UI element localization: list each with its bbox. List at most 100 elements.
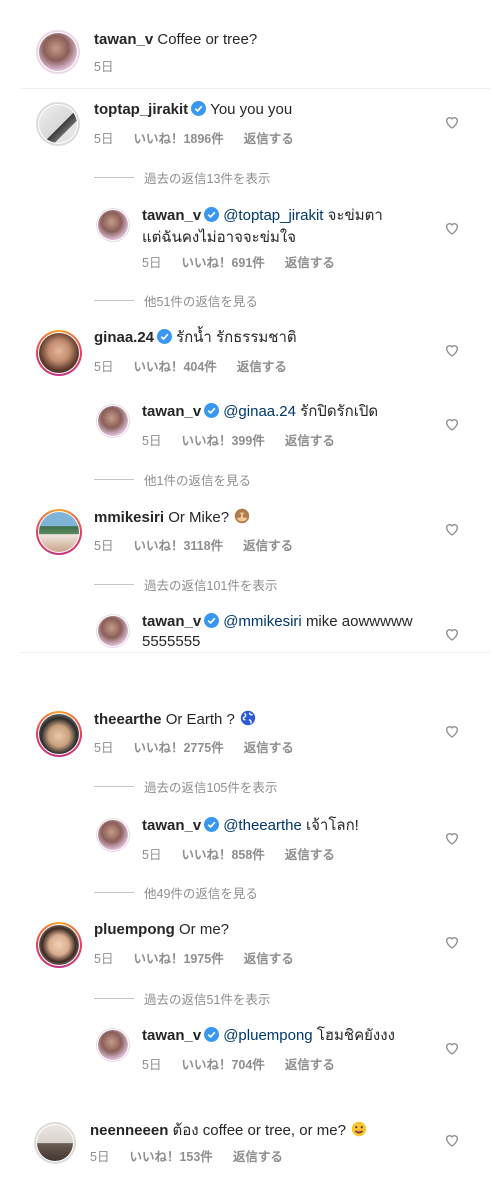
view-replies-button[interactable]: 他51件の返信を見る	[94, 291, 258, 310]
like-count[interactable]: いいね！858件	[181, 848, 264, 862]
view-replies-label: 過去の返信101件を表示	[144, 579, 278, 593]
reply-button[interactable]: 返信する	[243, 539, 293, 553]
smiling-face-icon	[351, 1121, 367, 1137]
mention-link[interactable]: @mmikesiri	[223, 613, 302, 630]
timestamp: 5日	[142, 434, 162, 448]
heart-icon[interactable]	[444, 220, 460, 236]
username[interactable]: tawan_v	[142, 403, 201, 420]
username[interactable]: tawan_v	[142, 817, 201, 834]
avatar[interactable]	[36, 711, 82, 757]
comment-text: ต้อง coffee or tree, or me?	[172, 1122, 346, 1139]
timestamp: 5日	[94, 60, 114, 74]
heart-icon[interactable]	[444, 114, 460, 130]
view-replies-label: 他51件の返信を見る	[144, 295, 258, 309]
like-count[interactable]: いいね！2775件	[133, 741, 223, 755]
mention-link[interactable]: @pluempong	[223, 1027, 312, 1044]
username[interactable]: mmikesiri	[94, 509, 164, 526]
comment-text: Or me?	[179, 921, 230, 938]
username[interactable]: ginaa.24	[94, 329, 154, 346]
reply-button[interactable]: 返信する	[244, 741, 294, 755]
reply-button[interactable]: 返信する	[237, 360, 287, 374]
comment-text: You you you	[210, 101, 293, 118]
comment-text: รักน้ำ รักธรรมชาติ	[176, 329, 297, 346]
username[interactable]: tawan_v	[94, 31, 153, 48]
username[interactable]: tawan_v	[142, 207, 201, 224]
like-count[interactable]: いいね！704件	[181, 1058, 264, 1072]
verified-badge-icon	[204, 403, 220, 418]
view-replies-button[interactable]: 過去の返信105件を表示	[94, 777, 277, 796]
reply-button[interactable]: 返信する	[233, 1150, 283, 1164]
heart-icon[interactable]	[444, 830, 460, 846]
comment-text: รักปิดรักเปิด	[300, 403, 379, 420]
username[interactable]: pluempong	[94, 921, 175, 938]
timestamp: 5日	[94, 360, 114, 374]
verified-badge-icon	[204, 613, 220, 628]
username[interactable]: theearthe	[94, 711, 162, 728]
mention-link[interactable]: @theearthe	[223, 817, 302, 834]
timestamp: 5日	[94, 741, 114, 755]
avatar[interactable]	[36, 330, 82, 376]
heart-icon[interactable]	[444, 521, 460, 537]
like-count[interactable]: いいね！1896件	[133, 132, 223, 146]
username[interactable]: tawan_v	[142, 613, 201, 630]
comment-text: จะข่มตา	[327, 207, 383, 224]
reply-button[interactable]: 返信する	[244, 952, 294, 966]
avatar[interactable]	[96, 614, 130, 648]
caption-comment: tawan_v Coffee or tree? 5日	[0, 0, 494, 90]
comment-text: เจ้าโลก!	[306, 817, 359, 834]
heart-icon[interactable]	[444, 416, 460, 432]
view-replies-button[interactable]: 過去の返信51件を表示	[94, 989, 270, 1008]
heart-icon[interactable]	[444, 1132, 460, 1148]
heart-icon[interactable]	[444, 342, 460, 358]
view-replies-label: 過去の返信13件を表示	[144, 172, 271, 186]
reply-button[interactable]: 返信する	[285, 434, 335, 448]
heart-icon[interactable]	[444, 723, 460, 739]
username[interactable]: neenneeen	[90, 1122, 168, 1139]
caption-text: tawan_v Coffee or tree?	[94, 30, 257, 50]
like-count[interactable]: いいね！399件	[181, 434, 264, 448]
avatar[interactable]	[34, 1122, 76, 1164]
username[interactable]: tawan_v	[142, 1027, 201, 1044]
view-replies-button[interactable]: 他1件の返信を見る	[94, 470, 251, 489]
avatar[interactable]	[96, 818, 130, 852]
mention-link[interactable]: @toptap_jirakit	[223, 207, 323, 224]
heart-icon[interactable]	[444, 1040, 460, 1056]
view-replies-button[interactable]: 過去の返信13件を表示	[94, 168, 270, 187]
globe-icon	[240, 710, 256, 726]
timestamp: 5日	[94, 132, 114, 146]
like-count[interactable]: いいね！404件	[133, 360, 216, 374]
username[interactable]: toptap_jirakit	[94, 101, 188, 118]
avatar[interactable]	[96, 404, 130, 438]
view-replies-label: 過去の返信51件を表示	[144, 993, 271, 1007]
verified-badge-icon	[204, 1027, 220, 1042]
divider	[20, 88, 490, 89]
avatar[interactable]	[96, 208, 130, 242]
reply-button[interactable]: 返信する	[285, 1058, 335, 1072]
avatar[interactable]	[36, 922, 82, 968]
like-count[interactable]: いいね！691件	[181, 256, 264, 270]
avatar[interactable]	[36, 102, 80, 146]
reply-button[interactable]: 返信する	[244, 132, 294, 146]
avatar[interactable]	[96, 1028, 130, 1062]
avatar[interactable]	[36, 509, 82, 555]
divider	[20, 652, 490, 653]
reply-button[interactable]: 返信する	[285, 848, 335, 862]
view-replies-button[interactable]: 過去の返信101件を表示	[94, 575, 277, 594]
heart-icon[interactable]	[444, 626, 460, 642]
like-count[interactable]: いいね！153件	[129, 1150, 212, 1164]
timestamp: 5日	[142, 1058, 162, 1072]
mention-link[interactable]: @ginaa.24	[223, 403, 296, 420]
comment-meta: 5日	[94, 56, 133, 75]
divider	[94, 998, 134, 999]
reply-button[interactable]: 返信する	[285, 256, 335, 270]
verified-badge-icon	[204, 817, 220, 832]
timestamp: 5日	[142, 848, 162, 862]
verified-badge-icon	[157, 329, 173, 344]
heart-icon[interactable]	[444, 934, 460, 950]
like-count[interactable]: いいね！1975件	[133, 952, 223, 966]
like-count[interactable]: いいね！3118件	[133, 539, 223, 553]
avatar[interactable]	[36, 30, 80, 74]
verified-badge-icon	[191, 101, 207, 116]
view-replies-button[interactable]: 他49件の返信を見る	[94, 883, 258, 902]
comment-text: Coffee or tree?	[157, 31, 258, 48]
